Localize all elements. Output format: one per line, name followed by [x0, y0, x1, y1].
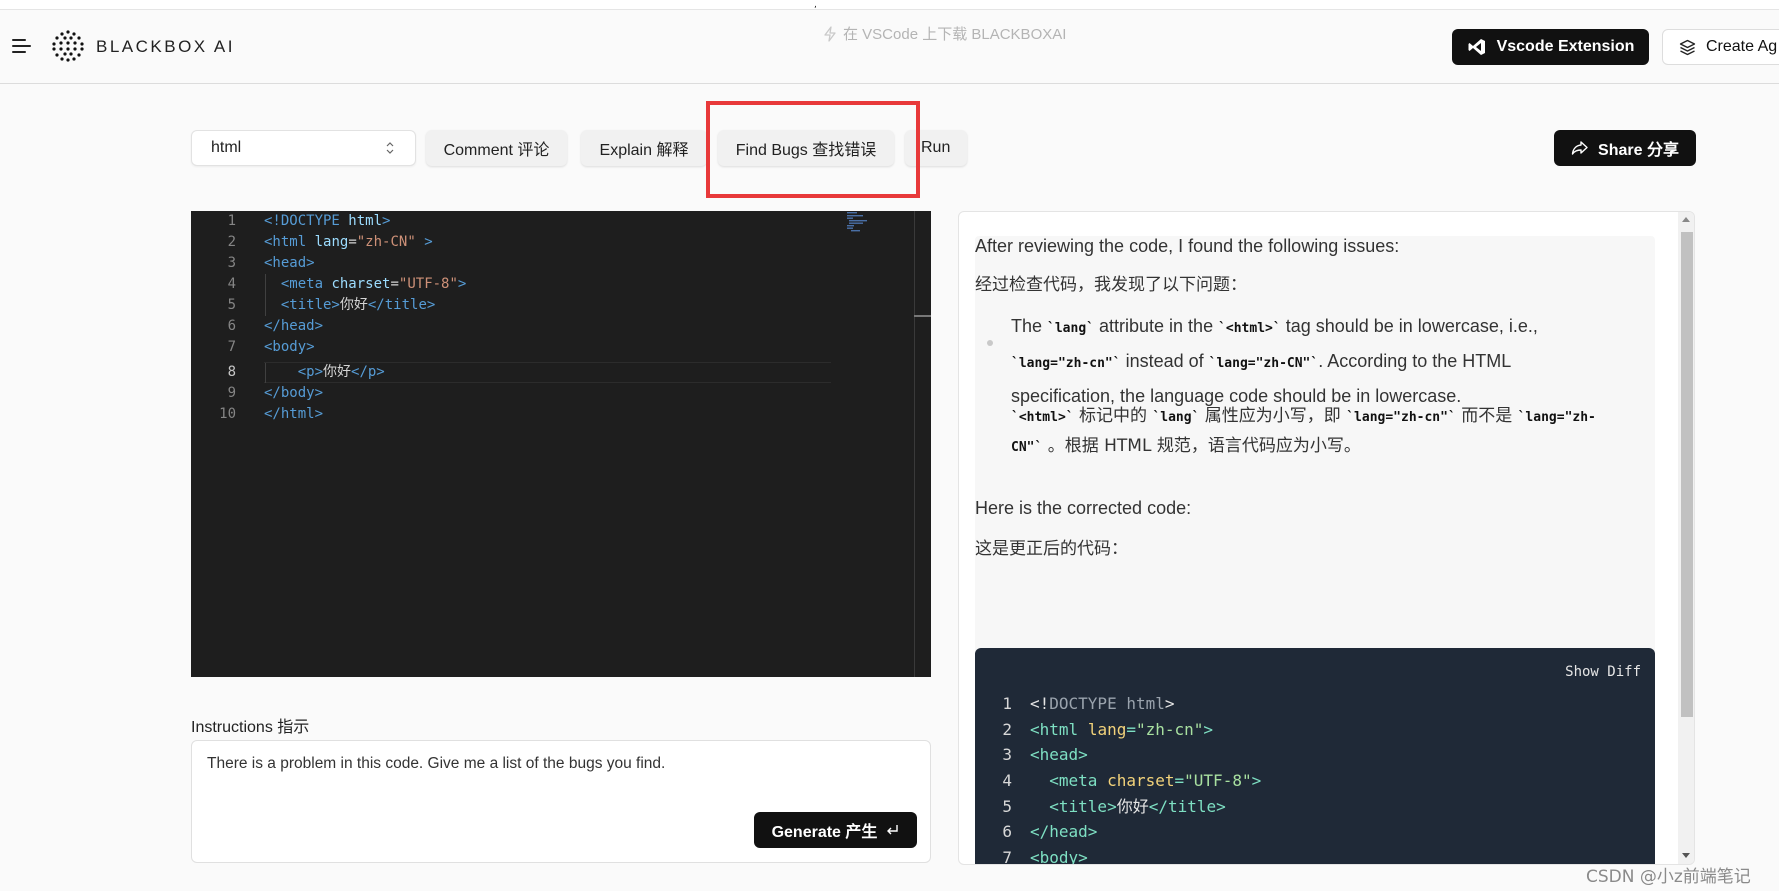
code-line: 3 <head> — [1002, 745, 1088, 764]
share-icon — [1571, 141, 1588, 155]
code-line: 5 <title>你好</title> — [1002, 797, 1226, 816]
bullet-dot — [987, 340, 993, 346]
header: BLACKBOX AI 在 VSCode 上下载 BLACKBOXAI Vsco… — [0, 10, 1779, 84]
corrected-text-en: Here is the corrected code: — [975, 498, 1192, 518]
generate-label: Generate 产生 — [771, 824, 878, 841]
editor-line: 9 </body> — [227, 385, 324, 401]
bug-description-en: The `lang` attribute in the `<html>` tag… — [1011, 316, 1538, 406]
language-select[interactable]: html — [191, 130, 416, 166]
instructions-input[interactable]: There is a problem in this code. Give me… — [191, 740, 931, 863]
lightning-icon — [824, 25, 836, 42]
corrected-code-block: Show Diff 1 <!DOCTYPE html> 2 <html lang="… — [975, 648, 1655, 865]
editor-line: 7 <body> — [227, 339, 315, 355]
share-label: Share 分享 — [1598, 142, 1679, 159]
editor-line: 1 <!DOCTYPE html> — [227, 213, 391, 229]
brand-name: BLACKBOX AI — [96, 37, 235, 56]
comment-button[interactable]: Comment 评论 — [426, 130, 567, 166]
scrollbar-thumb[interactable] — [1681, 232, 1693, 717]
vscode-extension-button[interactable]: Vscode Extension — [1452, 29, 1649, 65]
editor-line: 8 <p>你好</p> — [227, 364, 385, 380]
editor-line: 2 <html lang="zh-CN" > — [227, 234, 433, 250]
explain-button[interactable]: Explain 解释 — [581, 130, 707, 166]
menu-icon[interactable] — [12, 38, 32, 54]
vscode-download-banner[interactable]: 在 VSCode 上下载 BLACKBOXAI — [822, 23, 1066, 44]
vscode-icon — [1468, 39, 1485, 55]
scroll-down-arrow-icon[interactable] — [1682, 853, 1690, 858]
intro-text-zh: 经过检查代码，我发现了以下问题： — [975, 275, 1247, 295]
create-agent-label: Create Ag — [1706, 38, 1778, 55]
intro-text-en: After reviewing the code, I found the fo… — [975, 236, 1400, 256]
watermark: CSDN @小z前端笔记 — [1586, 867, 1751, 887]
code-line: 1 <!DOCTYPE html> — [1002, 694, 1175, 713]
answer-content: After reviewing the code, I found the fo… — [975, 236, 1655, 865]
editor-line: 6 </head> — [227, 318, 324, 334]
vscode-extension-label: Vscode Extension — [1496, 38, 1635, 55]
enter-icon — [887, 825, 899, 835]
blackbox-logo-icon — [52, 30, 84, 62]
editor-line: 4 <meta charset="UTF-8"> — [227, 276, 467, 292]
code-editor[interactable]: 1 <!DOCTYPE html> 2 <html lang="zh-CN" > 3… — [191, 211, 931, 677]
share-button[interactable]: Share 分享 — [1554, 130, 1696, 166]
code-line: 4 <meta charset="UTF-8"> — [1002, 771, 1262, 790]
generate-button[interactable]: Generate 产生 — [754, 812, 917, 848]
run-button[interactable]: Run — [905, 130, 967, 166]
instructions-text[interactable]: There is a problem in this code. Give me… — [207, 755, 665, 773]
code-line: 6 </head> — [1002, 822, 1098, 841]
language-value: html — [211, 139, 242, 156]
page: , BLACKBOX AI 在 VSCode 上下载 BLACKBOXAI Vs… — [0, 0, 1779, 891]
browser-top-strip: , — [0, 0, 1779, 10]
answer-panel: After reviewing the code, I found the fo… — [958, 211, 1695, 865]
instructions-label: Instructions 指示 — [191, 719, 310, 736]
layers-icon — [1679, 39, 1696, 55]
find-bugs-button[interactable]: Find Bugs 查找错误 — [718, 130, 894, 166]
editor-scrollbar[interactable] — [914, 211, 931, 677]
editor-minimap[interactable] — [845, 211, 875, 233]
show-diff-button[interactable]: Show Diff — [1565, 664, 1641, 680]
editor-line: 5 <title>你好</title> — [227, 297, 436, 313]
editor-line: 3 <head> — [227, 255, 315, 271]
code-line: 2 <html lang="zh-cn"> — [1002, 720, 1214, 739]
bug-description-zh: `<html>` 标记中的 `lang` 属性应为小写，即 `lang="zh-… — [1011, 406, 1596, 456]
code-line: 7 <body> — [1002, 848, 1088, 865]
create-agent-button[interactable]: Create Ag — [1662, 29, 1779, 65]
select-chevron-icon — [386, 142, 394, 154]
editor-line: 10 </html> — [219, 406, 324, 422]
cursor-mark: , — [814, 0, 817, 10]
banner-text: 在 VSCode 上下载 BLACKBOXAI — [843, 26, 1067, 43]
editor-scroll-marker — [914, 315, 931, 317]
corrected-text-zh: 这是更正后的代码： — [975, 539, 1128, 559]
answer-scrollbar[interactable] — [1678, 212, 1694, 864]
scroll-up-arrow-icon[interactable] — [1682, 217, 1690, 222]
